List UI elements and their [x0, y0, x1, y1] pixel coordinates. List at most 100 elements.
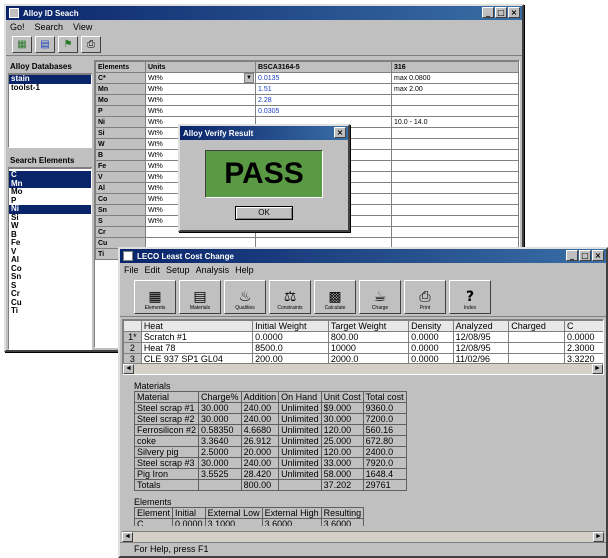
leco-least-cost-window: LECO Least Cost Change _ □ × File Edit S… — [118, 247, 608, 558]
table-row[interactable]: 2Heat 788500.0100000.000012/08/952.30000… — [123, 342, 603, 354]
table-row[interactable]: Steel scrap #1 30.000 240.00 Unlimited $9.00… — [133, 402, 407, 414]
close-button[interactable]: × — [592, 250, 604, 261]
heat-cell: 0.0000 — [408, 331, 454, 343]
elements-cell: C — [134, 518, 174, 526]
materials-cell: Unlimited — [278, 424, 322, 436]
element-item-w[interactable]: W — [9, 221, 91, 231]
element-item-v[interactable]: V — [9, 247, 91, 257]
materials-cell: Ferrosilicon #2 — [133, 424, 200, 436]
element-item-mo[interactable]: Mo — [9, 187, 91, 197]
index-button[interactable]: ? Index — [449, 279, 491, 314]
menu-view[interactable]: View — [73, 22, 92, 32]
elements-table-viewport: Element Initial External Low External High R… — [134, 507, 606, 526]
close-button[interactable]: × — [508, 7, 520, 18]
search-elements-header: Search Elements — [8, 154, 92, 168]
close-button[interactable]: × — [334, 127, 346, 138]
materials-cell: 37.202 — [320, 479, 364, 491]
verify-title-bar[interactable]: Alloy Verify Result × — [180, 126, 348, 140]
table-row[interactable]: Pig Iron 3.5525 28.420 Unlimited 58.000 1648.… — [133, 468, 407, 480]
table-row[interactable]: Mo Wt% 2.28 — [95, 94, 519, 106]
elements-cell: 3.1000 — [204, 518, 263, 526]
element-item-b[interactable]: B — [9, 230, 91, 240]
element-item-sn[interactable]: Sn — [9, 272, 91, 282]
chart-icon[interactable]: ⚑ — [58, 36, 78, 53]
materials-button[interactable]: ▤ Materials — [179, 279, 221, 314]
heat-column-header: Target Weight — [327, 320, 410, 332]
database-item[interactable]: toolst-1 — [9, 83, 91, 93]
table-row[interactable]: Ferrosilicon #2 0.58350 4.6680 Unlimited 120… — [133, 424, 407, 436]
table-row[interactable]: Steel scrap #2 30.000 240.00 Unlimited 30.00… — [133, 413, 407, 425]
element-item-si[interactable]: Si — [9, 213, 91, 223]
alloy-window-title: Alloy ID Seach — [23, 8, 79, 18]
qualities-button[interactable]: ♨ Qualities — [224, 279, 266, 314]
materials-cell: Unlimited — [278, 457, 322, 469]
element-item-s[interactable]: S — [9, 281, 91, 291]
constraints-button[interactable]: ⚖ Constraints — [269, 279, 311, 314]
menu-analysis[interactable]: Analysis — [196, 265, 230, 275]
table-row[interactable]: C* Wt% ▼ 0.0135 max 0.0800 — [95, 72, 519, 84]
main-horizontal-scrollbar[interactable]: ◄ ► — [122, 531, 604, 542]
calculate-button[interactable]: ▩ Calculate — [314, 279, 356, 314]
heat-column-header: Charged — [508, 320, 565, 332]
table-row[interactable]: C 0.0000 3.1000 3.6000 3.6000 — [134, 518, 365, 526]
alloy-title-bar[interactable]: Alloy ID Seach _ □ × — [6, 6, 522, 20]
leco-menu-bar: File Edit Setup Analysis Help — [120, 263, 606, 277]
materials-cell: 7200.0 — [362, 413, 407, 425]
heat-cell: 8500.0 — [252, 342, 329, 354]
print-button[interactable]: ⎙ Print — [404, 279, 446, 314]
grid-header-units: Units — [145, 61, 256, 73]
scroll-left-arrow-icon[interactable]: ◄ — [123, 364, 134, 374]
list-view-icon[interactable]: ▤ — [35, 36, 55, 53]
leco-title-bar[interactable]: LECO Least Cost Change _ □ × — [120, 249, 606, 263]
materials-cell: 7920.0 — [362, 457, 407, 469]
element-item-co[interactable]: Co — [9, 264, 91, 274]
element-item-ni[interactable]: Ni — [9, 204, 91, 214]
alloy-verify-dialog: Alloy Verify Result × PASS OK — [178, 124, 350, 232]
menu-search[interactable]: Search — [35, 22, 64, 32]
menu-file[interactable]: File — [124, 265, 139, 275]
table-row[interactable]: Mn Wt% 1.51 max 2.00 — [95, 83, 519, 95]
table-row[interactable]: Totals 800.00 37.202 29761 — [133, 479, 407, 491]
maximize-button[interactable]: □ — [495, 7, 507, 18]
scroll-left-arrow-icon[interactable]: ◄ — [122, 532, 133, 542]
scroll-right-arrow-icon[interactable]: ► — [592, 364, 603, 374]
table-row[interactable]: coke 3.3640 26.912 Unlimited 25.000 672.80 — [133, 435, 407, 447]
materials-cell — [198, 479, 242, 491]
ok-button[interactable]: OK — [235, 206, 293, 220]
help-icon: ? — [465, 288, 475, 305]
grid-header-sample: BSCA3164-5 — [255, 61, 392, 73]
heats-horizontal-scrollbar[interactable]: ◄ ► — [123, 363, 603, 374]
grid-view-icon[interactable]: ▦ — [12, 36, 32, 53]
element-item-p[interactable]: P — [9, 196, 91, 206]
heat-cell: 800.00 — [327, 331, 410, 343]
materials-column-header: Unit Cost — [320, 391, 364, 403]
row-header: 2 — [123, 342, 142, 354]
table-row[interactable]: 1* Scratch #1 0.0000 800.00 0.0000 12/08/95 0.… — [123, 331, 603, 343]
element-item-fe[interactable]: Fe — [9, 238, 91, 248]
grid-cell — [391, 171, 519, 183]
menu-go[interactable]: Go! — [10, 22, 25, 32]
minimize-button[interactable]: _ — [566, 250, 578, 261]
menu-setup[interactable]: Setup — [166, 265, 190, 275]
elements-button[interactable]: ▦ Elements — [134, 279, 176, 314]
alloy-databases-list: stain toolst-1 — [8, 74, 92, 148]
maximize-button[interactable]: □ — [579, 250, 591, 261]
element-item-ti[interactable]: Ti — [9, 306, 91, 316]
printer-icon[interactable]: ⎙ — [81, 36, 101, 53]
element-item-cu[interactable]: Cu — [9, 298, 91, 308]
materials-cell: Unlimited — [278, 446, 322, 458]
materials-cell: 25.000 — [320, 435, 364, 447]
scroll-right-arrow-icon[interactable]: ► — [593, 532, 604, 542]
table-row[interactable]: Steel scrap #3 30.000 240.00 Unlimited 33.00… — [133, 457, 407, 469]
minimize-button[interactable]: _ — [482, 7, 494, 18]
heat-cell: 0.0000 — [252, 331, 329, 343]
elements-column-header: External High — [261, 507, 322, 519]
menu-help[interactable]: Help — [235, 265, 254, 275]
table-row[interactable]: Silvery pig 2.5000 20.000 Unlimited 120.00 24… — [133, 446, 407, 458]
charge-button[interactable]: ☕ Charge — [359, 279, 401, 314]
constraints-icon: ⚖ — [283, 288, 297, 305]
table-row[interactable]: P Wt% 0.0305 — [95, 105, 519, 117]
dropdown-arrow-icon[interactable]: ▼ — [244, 73, 254, 83]
menu-edit[interactable]: Edit — [145, 265, 161, 275]
heat-column-header: Heat — [140, 320, 254, 332]
